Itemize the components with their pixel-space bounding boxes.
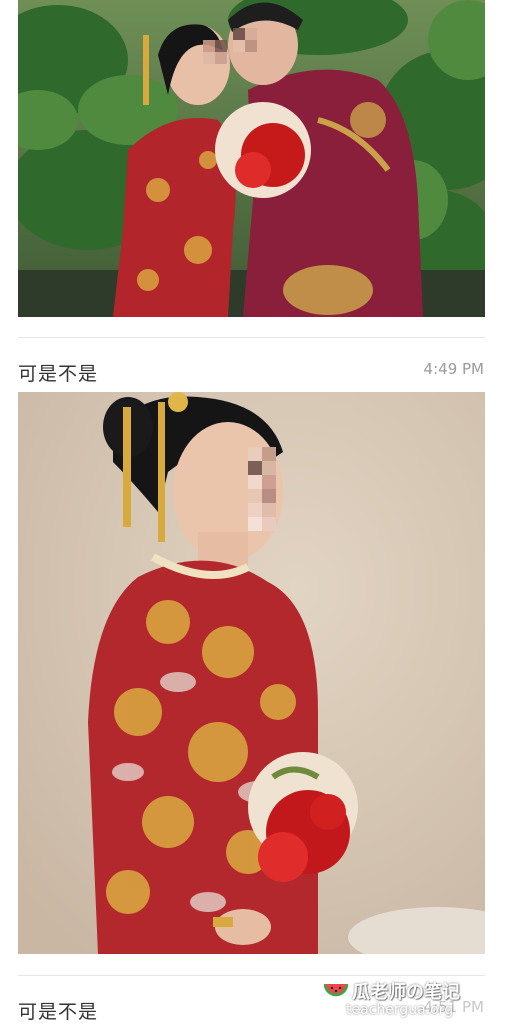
post-title: 可是不是 (18, 1001, 99, 1023)
feed-page: 可是不是 4:49 PM 可是不是 4:51 PM 瓜老师の笔记 teacher… (0, 0, 510, 1024)
post-title: 可是不是 (18, 363, 99, 385)
watermelon-icon (324, 983, 348, 997)
watermark-title: 瓜老师の笔记 (352, 982, 460, 1003)
post-timestamp: 4:49 PM (423, 360, 484, 378)
watermark-url: teachergua.org (346, 1002, 454, 1018)
watermark: 瓜老师の笔记 teachergua.org (322, 978, 492, 1024)
couple-wedding-photo[interactable] (18, 0, 485, 317)
post-divider (18, 337, 485, 338)
post-divider (18, 975, 485, 976)
bride-portrait-photo[interactable] (18, 392, 485, 954)
